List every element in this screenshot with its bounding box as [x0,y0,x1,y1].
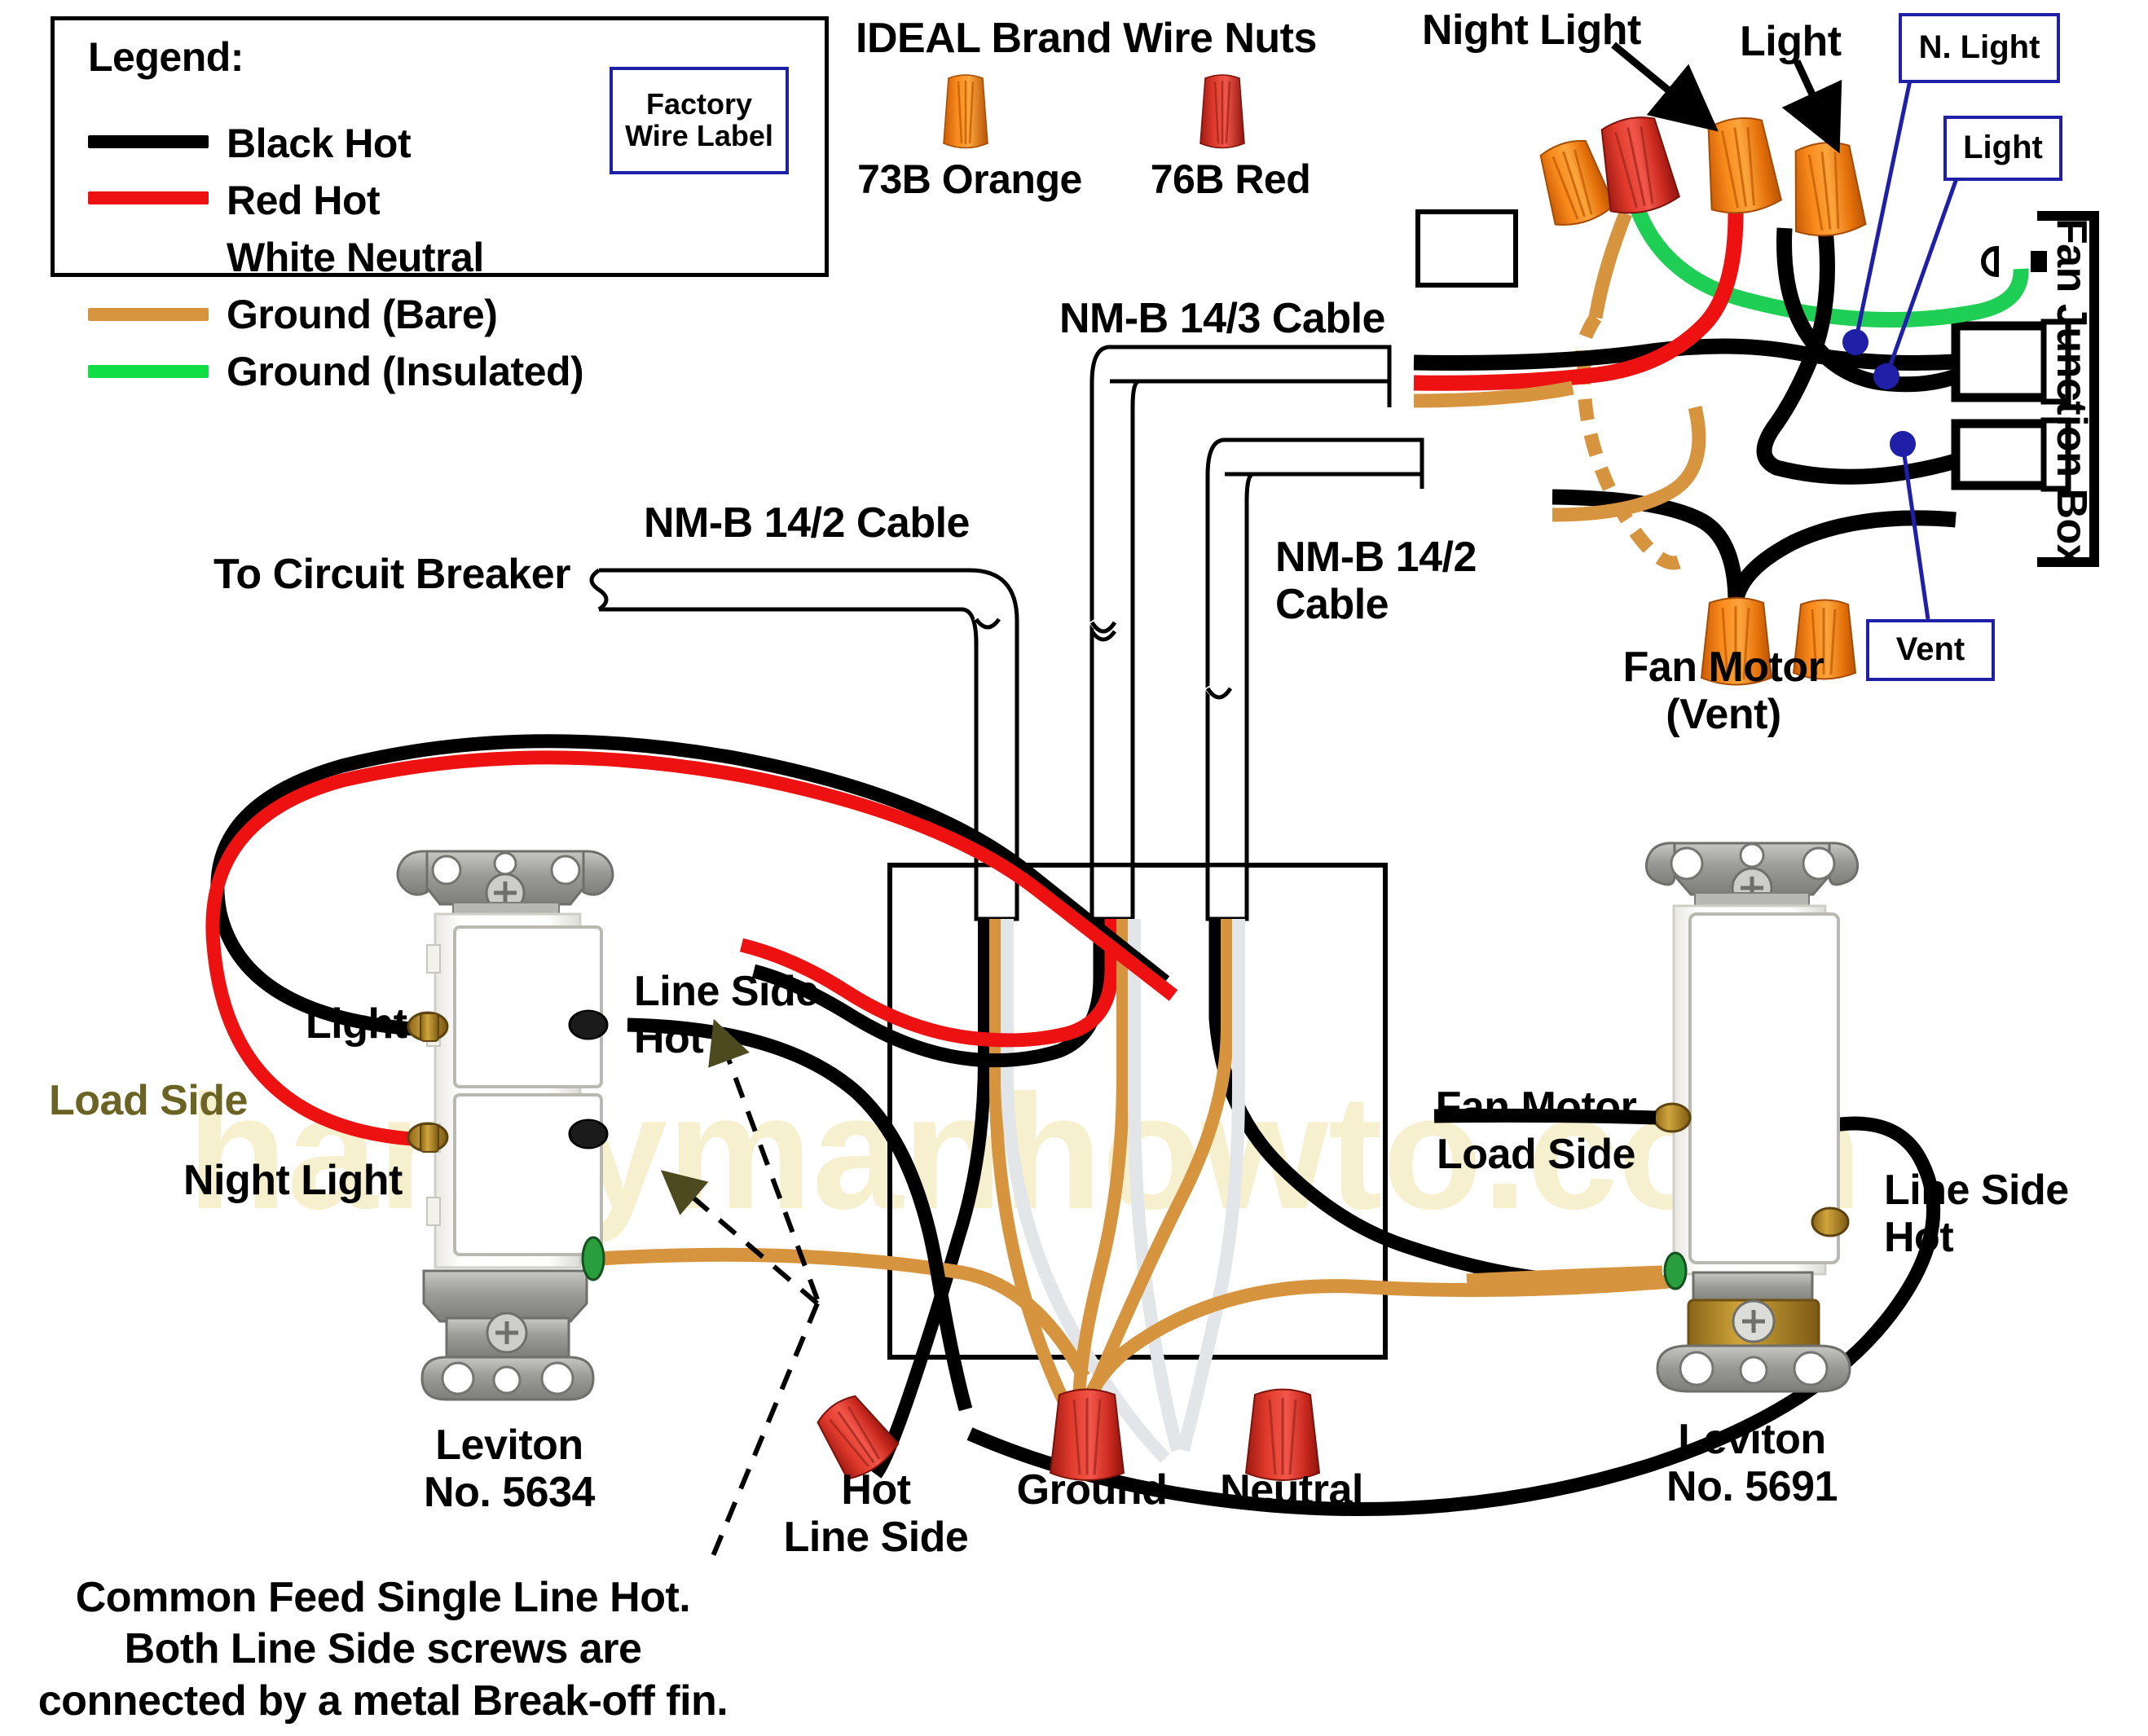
left-switch-load-side-label: Load Side [49,1077,248,1124]
legend-label-red-hot: Red Hot [227,178,381,223]
wire-nut-light [1794,142,1867,237]
left-switch-line-side-hot-label: Line Side Hot [634,968,819,1063]
right-switch-line-side-hot-label: Line Side Hot [1884,1167,2069,1262]
left-switch-name: Leviton No. 5634 [424,1422,595,1517]
right-switch-strap-top [1644,842,1860,909]
left-switch-strap-bottom [420,1269,595,1401]
wire-nut-76b-icon [1199,74,1245,149]
legend-label-white-neutral: White Neutral [227,235,484,280]
legend-swatch-red [88,191,209,204]
callout-nmb-14-2-top: NM-B 14/2 Cable [644,499,970,547]
right-switch-name: Leviton No. 5691 [1666,1416,1838,1511]
right-switch-strap-bottom [1656,1271,1851,1393]
junction-nut-ground-label: Ground [1016,1466,1168,1514]
left-switch-strap-top [396,850,614,916]
factory-wire-label-box: Factory Wire Label [610,67,789,174]
wire-nut-73b-label: 73B Orange [857,156,1082,202]
callout-nmb-14-3: NM-B 14/3 Cable [1059,295,1385,342]
wiring-diagram-page: handymanhowto.com Legend: Black Hot Red … [0,0,2148,1736]
legend-swatch-ground-insulated [88,365,209,378]
blue-label-vent: Vent [1866,619,1995,681]
wire-nut-76b-label: 76B Red [1150,156,1311,202]
callout-light: Light [1740,18,1842,65]
left-switch-terminal-night-light-label: Night Light [183,1157,403,1204]
wire-nut-73b-icon [943,74,988,149]
legend-label-ground-bare: Ground (Bare) [227,292,498,337]
blue-label-n-light: N. Light [1899,13,2060,83]
junction-nut-hot-line-side-label: Hot Line Side [783,1466,969,1562]
callout-to-circuit-breaker: To Circuit Breaker [213,551,570,598]
legend-swatch-black [88,135,209,148]
legend-label-ground-insulated: Ground (Insulated) [227,349,584,394]
junction-nut-neutral-label: Neutral [1220,1466,1363,1514]
legend-swatch-ground-bare [88,308,209,321]
legend-title: Legend: [88,34,244,80]
legend-label-black-hot: Black Hot [227,121,412,166]
callout-night-light: Night Light [1422,7,1641,54]
callout-fan-junction-box: Fan Junction Box [2048,218,2095,568]
callout-fan-motor-vent: Fan Motor (Vent) [1622,644,1824,739]
left-switch-terminal-light-label: Light [306,1000,407,1048]
wire-nuts-panel-title: IDEAL Brand Wire Nuts [856,15,1317,62]
wire-nut-night-light [1707,117,1782,214]
footnote-text: Common Feed Single Line Hot. Both Line S… [37,1574,728,1725]
callout-nmb-14-2-right: NM-B 14/2 Cable [1275,534,1477,629]
right-switch-fan-motor-load-side-label: Fan Motor Load Side [1435,1083,1637,1179]
blue-label-light: Light [1943,116,2062,181]
